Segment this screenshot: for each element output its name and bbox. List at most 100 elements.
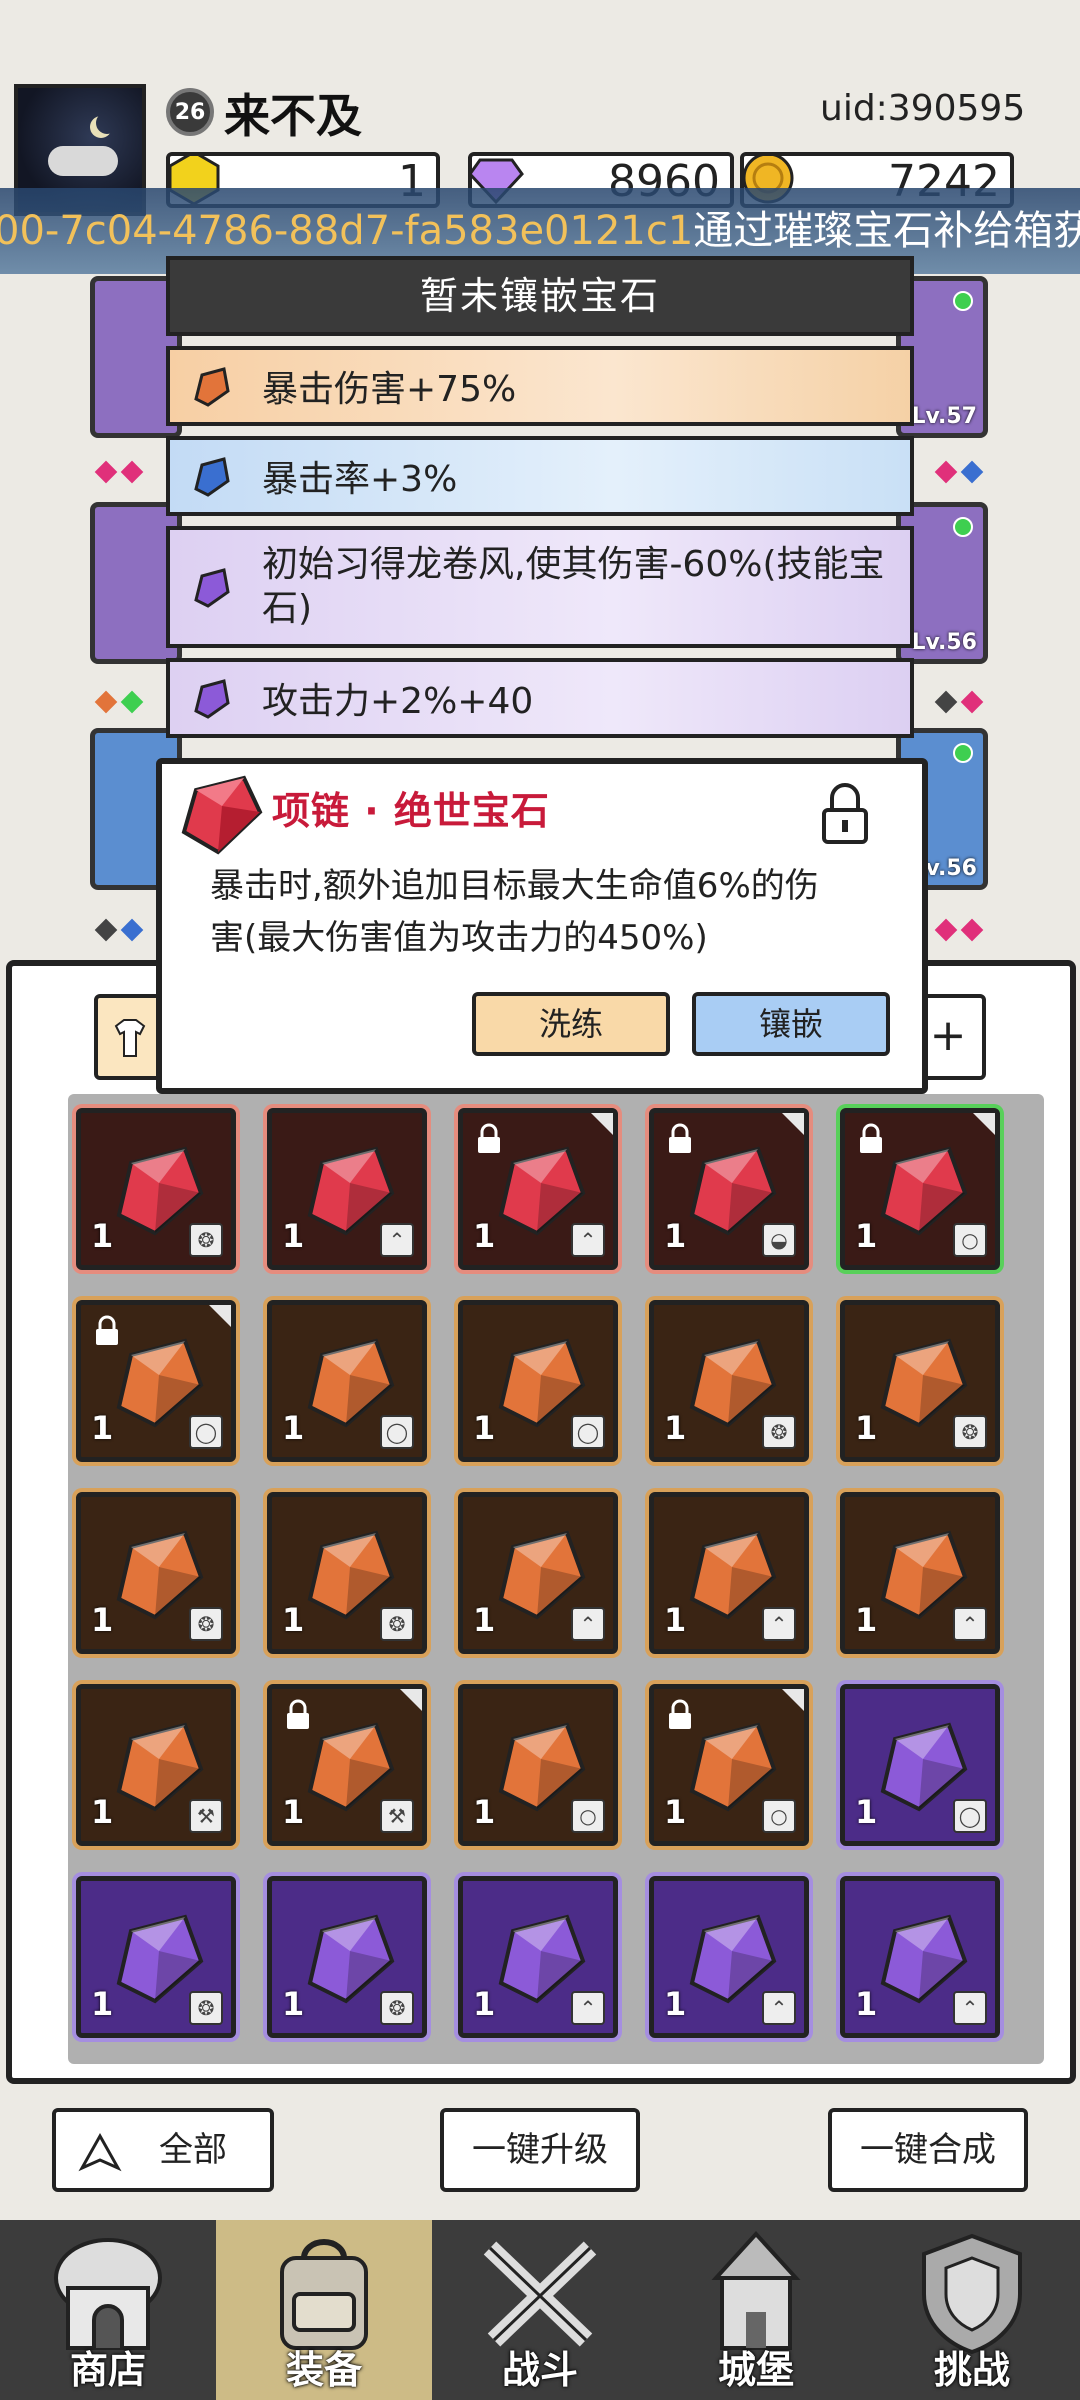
bag-tab-outfit[interactable]: [94, 994, 164, 1080]
gem-slot[interactable]: 1 ⌃: [840, 1876, 1000, 2038]
gem-quantity: 1: [473, 1793, 496, 1831]
gem-slot[interactable]: 1 ❂: [267, 1876, 427, 2038]
armor-icon: ❂: [189, 1607, 223, 1641]
nav-equipment[interactable]: 装备: [216, 2220, 432, 2400]
gem-stat-row: 攻击力+2%+40: [166, 658, 914, 738]
gem-slot[interactable]: 1 ❂: [76, 1876, 236, 2038]
socket-diamond-icon: [934, 460, 958, 484]
gem-grid: 1 ❂ 1 ⌃ 1 ⌃ 1 ◒ 1 ○ 1 ◯ 1 ◯ 1 ◯ 1 ❂ 1 ❂ 1 ❂ 1 ❂ 1 ⌃ 1 ⌃ 1 ⌃ 1 ⚒ 1 ⚒ 1 ○ 1 ○ 1 ◯…: [68, 1094, 1044, 2064]
boot-icon: ⌃: [762, 1991, 796, 2025]
purple-gem-icon: [194, 679, 230, 719]
purple-gem-icon: [194, 568, 230, 608]
armor-icon: ❂: [380, 1607, 414, 1641]
gem-slot[interactable]: 1 ⌃: [649, 1492, 809, 1654]
one-click-merge-button[interactable]: 一键合成: [828, 2108, 1028, 2192]
player-level: 26: [174, 99, 206, 125]
socket-diamond-icon: [960, 460, 984, 484]
nav-challenge[interactable]: 挑战: [864, 2220, 1080, 2400]
gem-quantity: 1: [91, 1409, 114, 1447]
gem-slot[interactable]: 1 ◯: [267, 1300, 427, 1462]
gem-quantity: 1: [91, 1601, 114, 1639]
socket-diamond-icon: [120, 690, 144, 714]
gem-slot[interactable]: 1 ❂: [649, 1300, 809, 1462]
gem-slot[interactable]: 1 ⌃: [267, 1108, 427, 1270]
gem-quantity: 1: [855, 1793, 878, 1831]
equipment-level: Lv.57: [911, 404, 977, 429]
locked-corner-marker: [209, 1305, 231, 1327]
nav-shop-label: 商店: [69, 2348, 146, 2392]
one-click-upgrade-button[interactable]: 一键升级: [440, 2108, 640, 2192]
lock-icon[interactable]: [818, 780, 872, 846]
socket-diamond-icon: [94, 460, 118, 484]
gem-quantity: 1: [473, 1217, 496, 1255]
gem-slot[interactable]: 1 ❂: [267, 1492, 427, 1654]
gem-slot[interactable]: 1 ❂: [76, 1108, 236, 1270]
gem-quantity: 1: [473, 1409, 496, 1447]
inlay-button[interactable]: 镶嵌: [692, 992, 890, 1056]
gem-quantity: 1: [664, 1217, 687, 1255]
gem-quantity: 1: [473, 1985, 496, 2023]
gem-slot[interactable]: 1 ⌃: [840, 1492, 1000, 1654]
orange-gem-icon: [194, 367, 230, 407]
gem-slot[interactable]: 1 ⌃: [458, 1108, 618, 1270]
gem-stat-text: 暴击伤害+75%: [262, 369, 517, 410]
gem-quantity: 1: [855, 1601, 878, 1639]
armor-icon: ❂: [189, 1991, 223, 2025]
gem-slot[interactable]: 1 ◒: [649, 1108, 809, 1270]
gem-slot[interactable]: 1 ◯: [458, 1300, 618, 1462]
shirt-icon: [114, 1019, 146, 1057]
gem-slot[interactable]: 1 ❂: [840, 1300, 1000, 1462]
gem-stat-title: 暂未镶嵌宝石: [166, 256, 914, 336]
moon-icon: [96, 112, 118, 134]
gem-slot[interactable]: 1 ○: [840, 1108, 1000, 1270]
boot-icon: ⌃: [953, 1607, 987, 1641]
gem-slot[interactable]: 1 ⌃: [458, 1492, 618, 1654]
gem-quantity: 1: [91, 1217, 114, 1255]
filter-all-label: 全部: [159, 2130, 227, 2170]
player-level-badge: 26: [166, 88, 214, 136]
nav-castle[interactable]: 城堡: [648, 2220, 864, 2400]
filter-all-button[interactable]: 全部: [52, 2108, 274, 2192]
socket-diamond-icon: [120, 918, 144, 942]
lock-icon: [669, 1123, 691, 1153]
boot-icon: ⌃: [571, 1991, 605, 2025]
gem-slot[interactable]: 1 ◯: [76, 1300, 236, 1462]
gem-quantity: 1: [855, 1985, 878, 2023]
boot-icon: ⌃: [380, 1223, 414, 1257]
gem-slot[interactable]: 1 ⌃: [458, 1876, 618, 2038]
gem-slot[interactable]: 1 ◯: [840, 1684, 1000, 1846]
gem-slot[interactable]: 1 ⚒: [76, 1684, 236, 1846]
upgrade-dot-icon: [953, 517, 973, 537]
nav-battle-label: 战斗: [501, 2348, 578, 2392]
ring-icon: ◯: [953, 1799, 987, 1833]
gem-stat-text: 初始习得龙卷风,使其伤害-60%(技能宝石): [262, 544, 885, 629]
socket-diamond-icon: [934, 690, 958, 714]
player-name: 来不及: [224, 89, 362, 143]
gem-slot[interactable]: 1 ○: [458, 1684, 618, 1846]
armor-icon: ❂: [762, 1415, 796, 1449]
gem-slot[interactable]: 1 ❂: [76, 1492, 236, 1654]
gem-slot[interactable]: 1 ○: [649, 1684, 809, 1846]
gem-detail-description: 暴击时,额外追加目标最大生命值6%的伤害(最大伤害值为攻击力的450%): [210, 866, 819, 958]
nav-battle[interactable]: 战斗: [432, 2220, 648, 2400]
wash-button[interactable]: 洗练: [472, 992, 670, 1056]
upgrade-dot-icon: [953, 743, 973, 763]
necklace-icon: ○: [762, 1799, 796, 1833]
nav-shop[interactable]: 商店: [0, 2220, 216, 2400]
nav-challenge-label: 挑战: [933, 2348, 1010, 2392]
locked-corner-marker: [782, 1113, 804, 1135]
gem-stat-row: 暴击率+3%: [166, 436, 914, 516]
ring-icon: ◯: [571, 1415, 605, 1449]
player-uid: uid:390595: [820, 88, 1026, 129]
boot-icon: ⌃: [571, 1223, 605, 1257]
gem-slot[interactable]: 1 ⚒: [267, 1684, 427, 1846]
lock-icon: [96, 1315, 118, 1345]
gem-quantity: 1: [282, 1409, 305, 1447]
lock-icon: [860, 1123, 882, 1153]
gem-detail-title: 项链 · 绝世宝石: [272, 789, 550, 833]
gem-slot[interactable]: 1 ⌃: [649, 1876, 809, 2038]
weapon-icon: ⚒: [189, 1799, 223, 1833]
gem-quantity: 1: [91, 1985, 114, 2023]
weapon-icon: ⚒: [380, 1799, 414, 1833]
gem-stat-row: 暴击伤害+75%: [166, 346, 914, 426]
